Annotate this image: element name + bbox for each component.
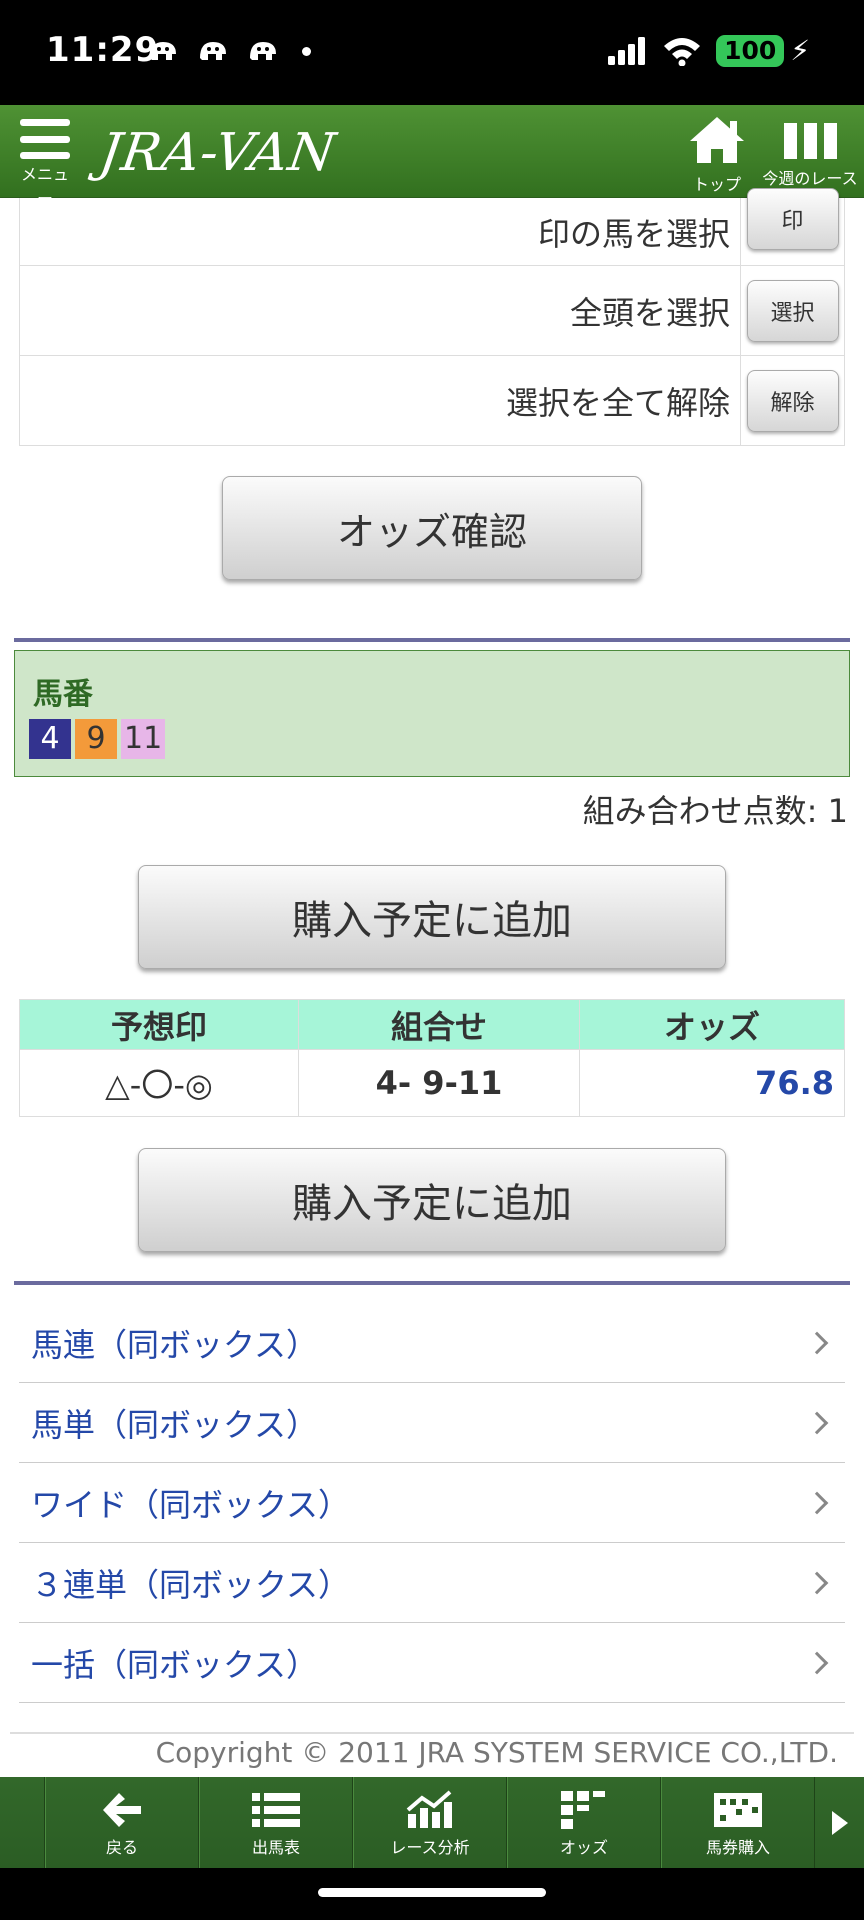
notification-app-icon	[200, 42, 226, 60]
notification-app-icon	[150, 42, 176, 60]
add-to-purchase-plan-button-2[interactable]: 購入予定に追加	[138, 1148, 726, 1252]
odds-value[interactable]: 76.8	[579, 1049, 845, 1117]
link-bulk-box[interactable]: 一括（同ボックス）	[19, 1623, 845, 1703]
horse-number-box: 馬番 4 9 11	[14, 650, 850, 777]
link-wide-box[interactable]: ワイド（同ボックス）	[19, 1463, 845, 1543]
top-button[interactable]: トップ	[682, 115, 752, 195]
battery-indicator: 100	[716, 34, 785, 67]
menu-button[interactable]: メニュー	[14, 119, 76, 209]
jra-van-logo[interactable]: JRA-VAN	[96, 123, 340, 183]
hamburger-icon	[20, 119, 70, 159]
week-label: 今週のレース	[762, 169, 858, 188]
this-week-races-button[interactable]: 今週のレース	[760, 123, 860, 189]
section-divider	[14, 638, 850, 642]
column-header-odds: オッズ	[579, 999, 845, 1050]
list-item-label: 一括（同ボックス）	[31, 1645, 319, 1684]
chevron-right-icon	[805, 1411, 829, 1434]
odds-grid-icon	[561, 1790, 605, 1829]
wifi-icon	[664, 37, 701, 66]
horse-number-title: 馬番	[33, 677, 93, 712]
link-umaren-box[interactable]: 馬連（同ボックス）	[19, 1303, 845, 1383]
nav-label: 戻る	[105, 1837, 138, 1857]
nav-label: オッズ	[559, 1837, 608, 1857]
nav-back[interactable]: 戻る	[45, 1777, 199, 1868]
table-row: △-〇-◎ 4- 9-11 76.8	[19, 1049, 845, 1117]
home-indicator[interactable]	[318, 1888, 546, 1897]
bottom-navigation: 戻る 出馬表 レース分析 オッズ 馬券購入	[0, 1777, 864, 1868]
app-header: メニュー JRA-VAN トップ 今週のレース	[0, 105, 864, 208]
select-row-marked: 印の馬を選択 印	[20, 188, 844, 266]
clear-selection-button[interactable]: 解除	[746, 369, 839, 432]
chevron-right-icon	[805, 1651, 829, 1674]
columns-icon	[760, 123, 860, 159]
back-arrow-icon	[103, 1792, 141, 1827]
select-marked-button[interactable]: 印	[746, 188, 839, 250]
combination-count: 組み合わせ点数: 1	[582, 792, 848, 830]
bet-type-link-list: 馬連（同ボックス） 馬単（同ボックス） ワイド（同ボックス） ３連単（同ボックス…	[19, 1303, 845, 1703]
copyright-text: Copyright © 2011 JRA SYSTEM SERVICE CO.,…	[155, 1736, 838, 1769]
status-bar: 11:29 100 ⚡	[0, 0, 864, 105]
column-header-combination: 組合せ	[298, 999, 580, 1050]
more-notifications-dot	[302, 46, 311, 56]
chevron-right-icon	[805, 1331, 829, 1354]
chevron-right-icon	[805, 1491, 829, 1514]
signal-icon	[608, 36, 646, 65]
select-row-label: 印の馬を選択	[537, 214, 730, 253]
link-trifecta-box[interactable]: ３連単（同ボックス）	[19, 1543, 845, 1623]
select-row-label: 選択を全て解除	[505, 383, 730, 422]
nav-scroll-right-button[interactable]	[815, 1777, 864, 1868]
ticket-icon	[714, 1792, 762, 1827]
list-item-label: ワイド（同ボックス）	[31, 1485, 351, 1524]
odds-result-table: 予想印 組合せ オッズ △-〇-◎ 4- 9-11 76.8	[19, 999, 845, 1117]
nav-label: 出馬表	[251, 1837, 300, 1857]
selection-table: 印の馬を選択 印 全頭を選択 選択 選択を全て解除 解除	[19, 188, 845, 446]
nav-race-analysis[interactable]: レース分析	[353, 1777, 507, 1868]
status-time: 11:29	[46, 30, 160, 70]
prediction-marks: △-〇-◎	[19, 1049, 299, 1117]
list-item-label: 馬単（同ボックス）	[31, 1405, 319, 1444]
section-divider	[14, 1281, 850, 1285]
analysis-chart-icon	[406, 1789, 452, 1828]
notification-app-icon	[250, 42, 276, 60]
table-header-row: 予想印 組合せ オッズ	[19, 999, 845, 1050]
link-umatan-box[interactable]: 馬単（同ボックス）	[19, 1383, 845, 1463]
list-item-label: ３連単（同ボックス）	[31, 1565, 351, 1604]
chevron-right-icon	[805, 1571, 829, 1594]
status-indicators: 100 ⚡	[608, 34, 810, 67]
list-item-label: 馬連（同ボックス）	[31, 1325, 319, 1364]
top-label: トップ	[692, 175, 741, 194]
select-all-button[interactable]: 選択	[746, 279, 839, 342]
triangle-right-icon	[831, 1810, 848, 1835]
footer-divider	[10, 1732, 854, 1734]
nav-odds[interactable]: オッズ	[507, 1777, 661, 1868]
horse-number-badge: 4	[29, 719, 71, 759]
add-to-purchase-plan-button[interactable]: 購入予定に追加	[138, 865, 726, 969]
horse-number-list: 4 9 11	[29, 719, 166, 759]
select-row-all: 全頭を選択 選択	[20, 266, 844, 356]
select-row-clear: 選択を全て解除 解除	[20, 356, 844, 446]
notification-icons	[146, 38, 311, 64]
column-header-marks: 予想印	[19, 999, 299, 1050]
home-indicator-area	[0, 1868, 864, 1920]
odds-check-button[interactable]: オッズ確認	[222, 476, 642, 580]
combination-value: 4- 9-11	[298, 1049, 580, 1117]
nav-label: 馬券購入	[705, 1837, 770, 1857]
list-icon	[252, 1792, 300, 1827]
horse-number-badge: 9	[75, 719, 117, 759]
charging-icon: ⚡	[790, 34, 810, 67]
horse-number-badge: 11	[121, 719, 166, 759]
select-row-label: 全頭を選択	[569, 293, 730, 332]
nav-race-card[interactable]: 出馬表	[199, 1777, 353, 1868]
nav-label: レース分析	[390, 1837, 470, 1857]
home-icon	[690, 117, 744, 163]
nav-ticket-purchase[interactable]: 馬券購入	[661, 1777, 815, 1868]
